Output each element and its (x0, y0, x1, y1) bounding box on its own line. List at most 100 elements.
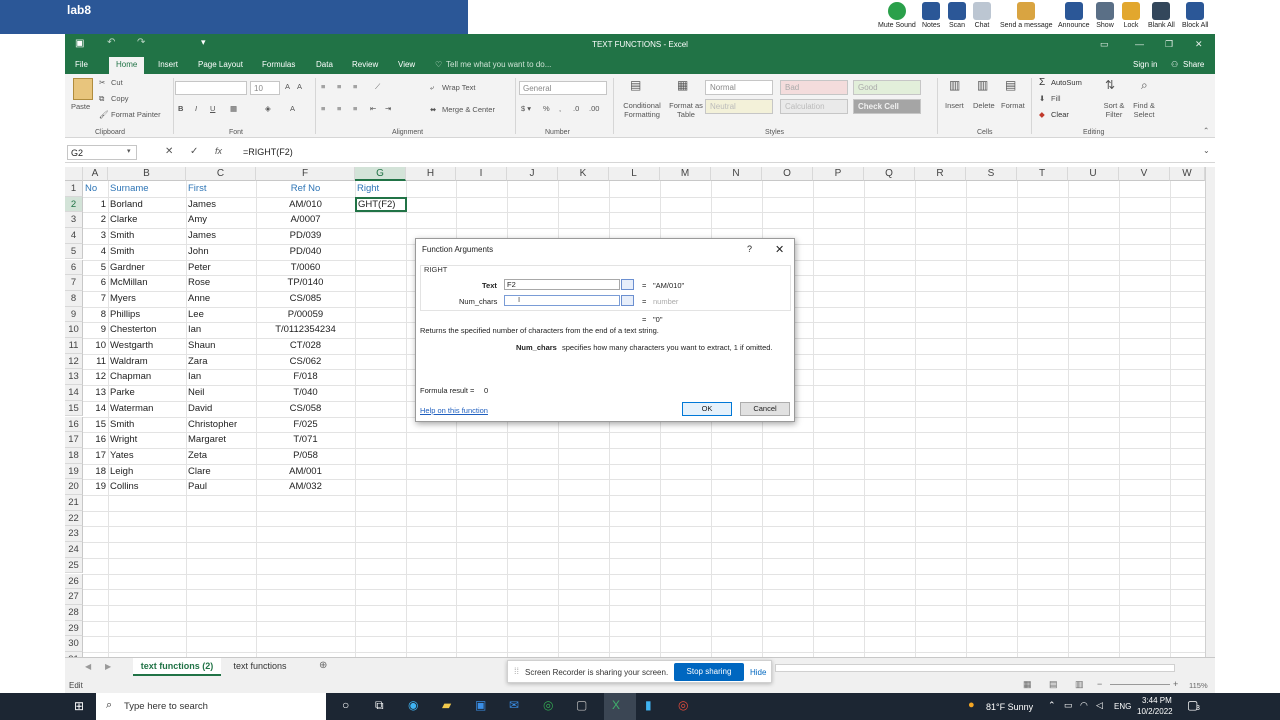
row-header[interactable]: 3 (65, 212, 83, 229)
cell-surname[interactable]: Borland (108, 197, 186, 213)
cell-ref-no[interactable]: PD/040 (256, 244, 355, 260)
cell-ref-no[interactable]: P/00059 (256, 307, 355, 323)
active-cell-g2[interactable]: GHT(F2) (355, 196, 407, 213)
cut-button[interactable]: Cut (111, 78, 123, 87)
cell-no[interactable]: 13 (83, 385, 108, 401)
cell-first[interactable]: Neil (186, 385, 256, 401)
style-bad[interactable]: Bad (780, 80, 848, 95)
style-check-cell[interactable]: Check Cell (853, 99, 921, 114)
format-painter-icon[interactable]: 🖌 (99, 110, 109, 119)
row-header[interactable]: 6 (65, 259, 83, 276)
merge-center-button[interactable]: Merge & Center (442, 105, 495, 114)
find-select-icon[interactable]: ⌕ (1141, 78, 1148, 93)
cell-surname[interactable]: Smith (108, 244, 186, 260)
grow-font-icon[interactable]: A (285, 82, 290, 91)
tool-microphone[interactable]: Announce (1058, 2, 1090, 29)
italic-icon[interactable]: I (195, 104, 197, 113)
task-view-icon[interactable]: ⧉ (375, 698, 384, 713)
cell-ref-no[interactable]: A/0007 (256, 212, 355, 228)
row-header[interactable]: 25 (65, 557, 83, 574)
style-calculation[interactable]: Calculation (780, 99, 848, 114)
cell-no[interactable]: 18 (83, 464, 108, 480)
cell-ref-no[interactable]: T/0112354234 (256, 322, 355, 338)
row-header[interactable]: 9 (65, 306, 83, 323)
cell-ref-no[interactable]: AM/001 (256, 464, 355, 480)
cell-first[interactable]: Christopher (186, 417, 256, 433)
align-right-icon[interactable]: ≡ (353, 104, 357, 113)
column-header[interactable]: F (256, 167, 355, 181)
cell-first[interactable]: Anne (186, 291, 256, 307)
tab-file[interactable]: File (75, 60, 88, 69)
tab-home[interactable]: Home (109, 57, 145, 74)
zoom-in-icon[interactable]: + (1173, 679, 1178, 689)
edge-browser-icon[interactable]: ◉ (408, 698, 418, 712)
cell-first[interactable]: Rose (186, 275, 256, 291)
weather-text[interactable]: 81°F Sunny (986, 702, 1033, 712)
cell-first[interactable]: David (186, 401, 256, 417)
name-box-dropdown-icon[interactable]: ▾ (127, 147, 131, 155)
windows-start-icon[interactable]: ⊞ (74, 699, 84, 713)
collapse-ribbon-icon[interactable]: ⌃ (1203, 126, 1209, 135)
column-header[interactable]: U (1068, 167, 1119, 181)
cell-first[interactable]: James (186, 197, 256, 213)
cell-no[interactable]: 19 (83, 479, 108, 495)
column-header[interactable]: O (762, 167, 813, 181)
restore-icon[interactable]: ❐ (1165, 39, 1173, 50)
row-header[interactable]: 18 (65, 447, 83, 464)
network-icon[interactable]: ▭ (1064, 700, 1073, 711)
cell-surname[interactable]: Smith (108, 417, 186, 433)
cell-no[interactable]: 17 (83, 448, 108, 464)
shrink-font-icon[interactable]: A (297, 82, 302, 91)
row-header[interactable]: 1 (65, 181, 83, 197)
row-header[interactable]: 11 (65, 338, 83, 354)
increase-indent-icon[interactable]: ⇥ (385, 104, 391, 113)
currency-icon[interactable]: $ ▾ (521, 104, 531, 113)
cell-no[interactable]: 9 (83, 322, 108, 338)
cell-first[interactable]: Shaun (186, 338, 256, 354)
cell-first[interactable]: John (186, 244, 256, 260)
wifi-icon[interactable]: ◠ (1080, 700, 1088, 711)
column-header[interactable]: N (711, 167, 762, 181)
chrome-icon[interactable]: ◎ (543, 698, 553, 712)
tab-view[interactable]: View (398, 60, 415, 69)
cell-first[interactable]: Paul (186, 479, 256, 495)
cell-surname[interactable]: Waterman (108, 401, 186, 417)
clock-date[interactable]: 10/2/2022 (1137, 707, 1173, 716)
cell-surname[interactable]: Westgarth (108, 338, 186, 354)
clear-button[interactable]: Clear (1051, 110, 1069, 119)
tool-notes[interactable]: Notes (922, 2, 940, 29)
select-all-corner[interactable] (65, 167, 83, 181)
expand-formula-bar-icon[interactable]: ⌄ (1203, 146, 1210, 155)
tool-message[interactable]: Send a message (1000, 2, 1053, 29)
autosum-button[interactable]: AutoSum (1051, 78, 1082, 87)
close-dialog-icon[interactable]: ✕ (775, 243, 784, 256)
style-good[interactable]: Good (853, 80, 921, 95)
enter-check-icon[interactable]: ✓ (190, 146, 198, 157)
cell-first[interactable]: Peter (186, 260, 256, 276)
cell-no[interactable]: 1 (83, 197, 108, 213)
scroll-next-sheet-icon[interactable]: ▶ (105, 662, 111, 671)
tool-chat[interactable]: Chat (973, 2, 991, 29)
format-cells-button[interactable]: Format (1001, 101, 1025, 110)
header-cell-first[interactable]: First (186, 181, 256, 197)
copy-button[interactable]: Copy (111, 94, 129, 103)
cell-surname[interactable]: Leigh (108, 464, 186, 480)
cell-ref-no[interactable]: T/071 (256, 432, 355, 448)
tool-show[interactable]: Show (1096, 2, 1114, 29)
clear-icon[interactable]: ◆ (1039, 110, 1045, 119)
cell-first[interactable]: Ian (186, 369, 256, 385)
ok-button[interactable]: OK (682, 402, 732, 416)
percent-icon[interactable]: % (543, 104, 550, 113)
num-chars-input[interactable] (504, 295, 620, 306)
help-icon[interactable]: ? (747, 244, 752, 254)
cell-first[interactable]: James (186, 228, 256, 244)
row-header[interactable]: 24 (65, 542, 83, 558)
row-header[interactable]: 13 (65, 369, 83, 386)
cell-ref-no[interactable]: CT/028 (256, 338, 355, 354)
header-cell-ref-no[interactable]: Ref No (256, 181, 355, 197)
column-header[interactable]: R (915, 167, 966, 181)
style-neutral[interactable]: Neutral (705, 99, 773, 114)
column-header[interactable]: P (813, 167, 864, 181)
cell-no[interactable]: 12 (83, 369, 108, 385)
cell-surname[interactable]: Clarke (108, 212, 186, 228)
